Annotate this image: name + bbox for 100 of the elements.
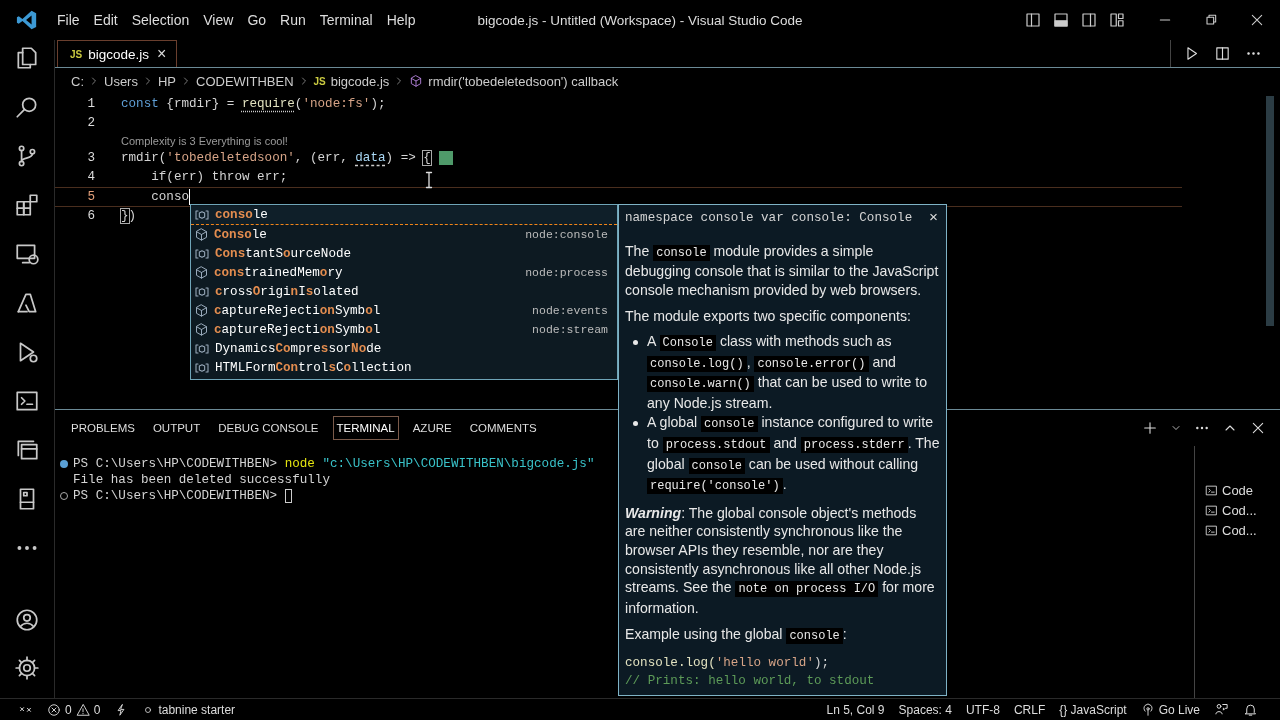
close-button[interactable]: ×	[927, 209, 940, 228]
bullet-icon	[633, 421, 638, 427]
plus-icon[interactable]	[1142, 420, 1158, 436]
line-number: 2	[86, 116, 95, 131]
code-line: if(err) throw err;	[150, 170, 288, 185]
breadcrumb-item[interactable]: C:	[69, 73, 86, 89]
line-number: 4	[86, 170, 95, 185]
close-icon[interactable]	[1250, 420, 1266, 436]
code-line: rmdir('tobedeletedsoon', (err, data) => {	[121, 150, 431, 165]
app-logo-icon	[16, 9, 38, 31]
suggestion-item[interactable]: console	[191, 206, 617, 225]
status-item[interactable]: UTF-8	[965, 702, 1000, 717]
go-live-button[interactable]: Go Live	[1140, 702, 1200, 717]
menu-item[interactable]: Go	[240, 8, 274, 32]
status-item[interactable]: Ln 5, Col 9	[826, 702, 885, 717]
windows-icon[interactable]	[14, 437, 40, 463]
suggestion-item[interactable]: HTMLFormControlsCollection	[191, 358, 617, 377]
cube-icon	[194, 227, 209, 242]
window-title: bigcode.js - Untitled (Workspace) - Visual Studio Code	[477, 12, 803, 28]
breadcrumb-item[interactable]: rmdir('tobedeletedsoon') callback	[407, 73, 621, 89]
breadcrumb-item[interactable]: HP	[155, 73, 178, 89]
menu-item[interactable]: Run	[273, 8, 313, 32]
problems-button[interactable]: 0 0	[47, 702, 101, 717]
breadcrumb-item[interactable]: CODEWITHBEN	[194, 73, 296, 89]
code-line: conso	[150, 189, 190, 204]
panel-tab[interactable]: PROBLEMS	[67, 416, 139, 440]
suggestion-item[interactable]: constrainedMemory node:process	[191, 263, 617, 282]
variable-icon	[194, 207, 210, 223]
maximize-icon[interactable]	[1203, 12, 1219, 28]
menu-item[interactable]: Terminal	[312, 8, 380, 32]
split-editor-icon[interactable]	[1214, 45, 1231, 62]
terminal-item[interactable]: Cod...	[1195, 520, 1280, 540]
terminal-item[interactable]: Code	[1195, 480, 1280, 500]
suggestion-item[interactable]: ConstantSourceNode	[191, 244, 617, 263]
hover-paragraph: The module exports two specific components:	[625, 307, 912, 326]
panel-toggle-icon[interactable]	[1052, 11, 1070, 29]
feedback-icon[interactable]	[1214, 702, 1229, 717]
terminal-line: PS C:\Users\HP\CODEWITHBEN> node "c:\Users\HP\CODEWITHBEN\bigcode.js"	[73, 457, 595, 471]
error-icon	[47, 702, 61, 717]
bell-icon[interactable]	[1243, 702, 1258, 717]
panel-tab[interactable]: OUTPUT	[148, 416, 205, 440]
suggestion-item[interactable]: Console node:console	[191, 225, 617, 244]
secondary-sidebar-icon[interactable]	[1080, 11, 1098, 29]
line-number: 5	[86, 189, 95, 204]
menu-item[interactable]: File	[50, 8, 87, 32]
cube-icon	[194, 265, 209, 280]
status-item[interactable]: Spaces: 4	[898, 702, 952, 717]
broadcast-icon	[1140, 702, 1155, 717]
terminal-icon	[1205, 523, 1218, 537]
scrollbar-thumb[interactable]	[1266, 96, 1274, 326]
line-number: 6	[86, 209, 95, 224]
editor-tab[interactable]: JS bigcode.js ×	[57, 40, 178, 67]
line-number: 3	[86, 150, 95, 165]
menu-item[interactable]: Edit	[86, 8, 125, 32]
terminal-icon[interactable]	[14, 388, 40, 414]
terminal-icon	[1205, 483, 1218, 497]
extension-status[interactable]: tabnine starter	[142, 702, 236, 717]
status-item[interactable]: {} JavaScript	[1059, 702, 1127, 717]
close-icon[interactable]	[1249, 12, 1265, 28]
cube-icon	[194, 322, 209, 337]
status-dot	[60, 460, 68, 468]
panel-tab[interactable]: AZURE	[408, 416, 456, 440]
panel-tab[interactable]: DEBUG CONSOLE	[214, 416, 323, 440]
menu-item[interactable]: Selection	[124, 8, 197, 32]
settings-icon[interactable]	[14, 655, 40, 681]
code-line: console.log('hello world');	[625, 654, 831, 672]
menu-item[interactable]: View	[196, 8, 241, 32]
menu-item[interactable]: Help	[379, 8, 423, 32]
monitor-icon[interactable]	[14, 241, 40, 267]
hover-paragraph: Warning: The global console object's methods are neither consistently synchronous like the browser APIs they resemble, nor are they consistently asynchronous like all other Node.js streams. See the note on process I/O for more information.	[625, 503, 936, 618]
breadcrumb-item[interactable]: JS bigcode.js	[311, 73, 392, 89]
extensions-icon[interactable]	[14, 192, 40, 218]
cube-icon	[194, 303, 209, 318]
terminal-item[interactable]: Cod...	[1195, 500, 1280, 520]
line-number: 1	[86, 96, 95, 111]
panel-tab[interactable]: COMMENTS	[465, 416, 541, 440]
breadcrumb-item[interactable]: Users	[102, 73, 140, 89]
layout-icon[interactable]	[1108, 11, 1126, 29]
code-line: })	[121, 209, 137, 224]
close-tab-button[interactable]: ×	[155, 45, 169, 63]
hover-paragraph: Example using the global console :	[625, 625, 848, 646]
warning-icon	[75, 702, 90, 717]
suggestion-item[interactable]: captureRejectionSymbol node:events	[191, 301, 617, 320]
status-item[interactable]: CRLF	[1013, 702, 1046, 717]
bullet-icon	[633, 339, 638, 345]
terminal-line: File has been deleted successfully	[73, 473, 330, 487]
sidebar-toggle-icon[interactable]	[1024, 11, 1042, 29]
panel-tab[interactable]: TERMINAL	[332, 416, 399, 440]
cube-icon	[409, 74, 424, 88]
code-line: const {rmdir} = require('node:fs');	[121, 96, 386, 111]
account-icon[interactable]	[14, 607, 40, 633]
suggestion-item[interactable]: crossOriginIsolated	[191, 282, 617, 301]
terminal-icon	[1205, 503, 1218, 517]
suggestion-item[interactable]: captureRejectionSymbol node:stream	[191, 320, 617, 339]
files-icon[interactable]	[14, 45, 40, 71]
suggestion-item[interactable]: DynamicsCompressorNode	[191, 339, 617, 358]
codelens-text: Complexity is 3 Everything is cool!	[121, 134, 288, 147]
signature-text: namespace console var console: Console	[625, 210, 913, 227]
text-cursor	[189, 188, 191, 205]
hover-paragraph: The console module provides a simple debugging console that is similar to the JavaScript console mechanism provided by web browsers.	[625, 241, 940, 300]
